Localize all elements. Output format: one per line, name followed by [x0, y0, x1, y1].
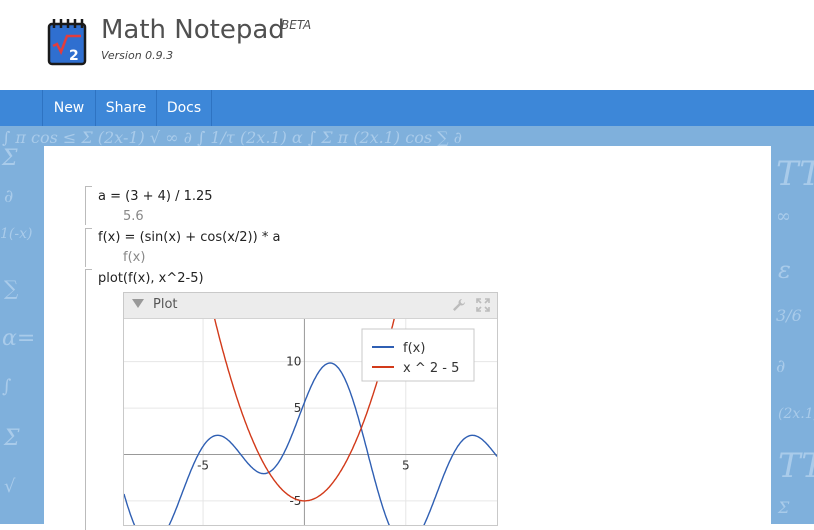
navbar: New Share Docs	[0, 90, 814, 126]
plot-canvas[interactable]: -5 5-5510f(x)x ^ 2 - 5	[124, 319, 497, 525]
legend-label: f(x)	[403, 341, 425, 356]
notepad-sqrt2-icon: 2	[47, 19, 87, 66]
nav-new-button[interactable]: New	[43, 90, 95, 126]
background-scribble: TT	[778, 446, 814, 486]
x-tick-label: -5	[197, 458, 209, 472]
app-version: Version 0.9.3	[101, 49, 174, 62]
nav-separator	[211, 90, 212, 126]
background-scribble: Σ	[2, 146, 18, 171]
beta-badge: BETA	[281, 18, 312, 32]
background-scribble: Σ	[778, 498, 790, 517]
fullscreen-icon[interactable]	[475, 297, 491, 313]
background-scribble: ε	[778, 256, 791, 284]
plot-header: Plot	[124, 293, 497, 319]
background-scribble: ∂	[4, 186, 14, 207]
result-line-1: 5.6	[123, 209, 144, 224]
collapse-triangle-icon[interactable]	[132, 299, 144, 308]
app-title: Math Notepad	[101, 15, 285, 45]
line-bracket	[85, 269, 92, 530]
expression-line-1[interactable]: a = (3 + 4) / 1.25	[98, 189, 213, 204]
result-line-2: f(x)	[123, 250, 146, 265]
x-tick-label: 5	[402, 458, 410, 472]
nav-docs-button[interactable]: Docs	[157, 90, 211, 126]
background-scribble: ∞	[776, 206, 791, 227]
background-scribble: ∑	[4, 276, 19, 300]
nav-share-button[interactable]: Share	[96, 90, 156, 126]
legend-label: x ^ 2 - 5	[403, 361, 459, 376]
background-scribble: α=	[2, 326, 36, 351]
background-scribble: TT	[776, 154, 814, 194]
plot-widget: Plot -5 5 -5 5 10 f(x) x ^ 2 - 5	[123, 292, 498, 526]
background-scribble: ∫	[2, 376, 12, 397]
svg-text:2: 2	[69, 48, 79, 64]
background-scribble: ∂	[776, 356, 786, 377]
wrench-icon[interactable]	[451, 297, 467, 313]
header: 2 Math Notepad BETA Version 0.9.3	[0, 0, 814, 90]
background-scribble: 1(-x)	[0, 226, 33, 242]
line-bracket	[85, 228, 92, 267]
background-scribble: 3/6	[776, 306, 802, 325]
background-scribble: Σ	[4, 426, 20, 451]
background-scribble: √	[4, 476, 16, 497]
expression-line-2[interactable]: f(x) = (sin(x) + cos(x/2)) * a	[98, 230, 280, 245]
plot-title: Plot	[153, 297, 178, 312]
line-bracket	[85, 186, 92, 225]
expression-line-3[interactable]: plot(f(x), x^2-5)	[98, 271, 204, 286]
y-tick-label: 10	[286, 355, 301, 369]
background-scribble: ∫ π cos ≤ Σ (2x-1) √ ∞ ∂ ∫ 1/τ (2x.1) α …	[2, 128, 462, 147]
background-scribble: (2x.1)	[778, 406, 814, 422]
